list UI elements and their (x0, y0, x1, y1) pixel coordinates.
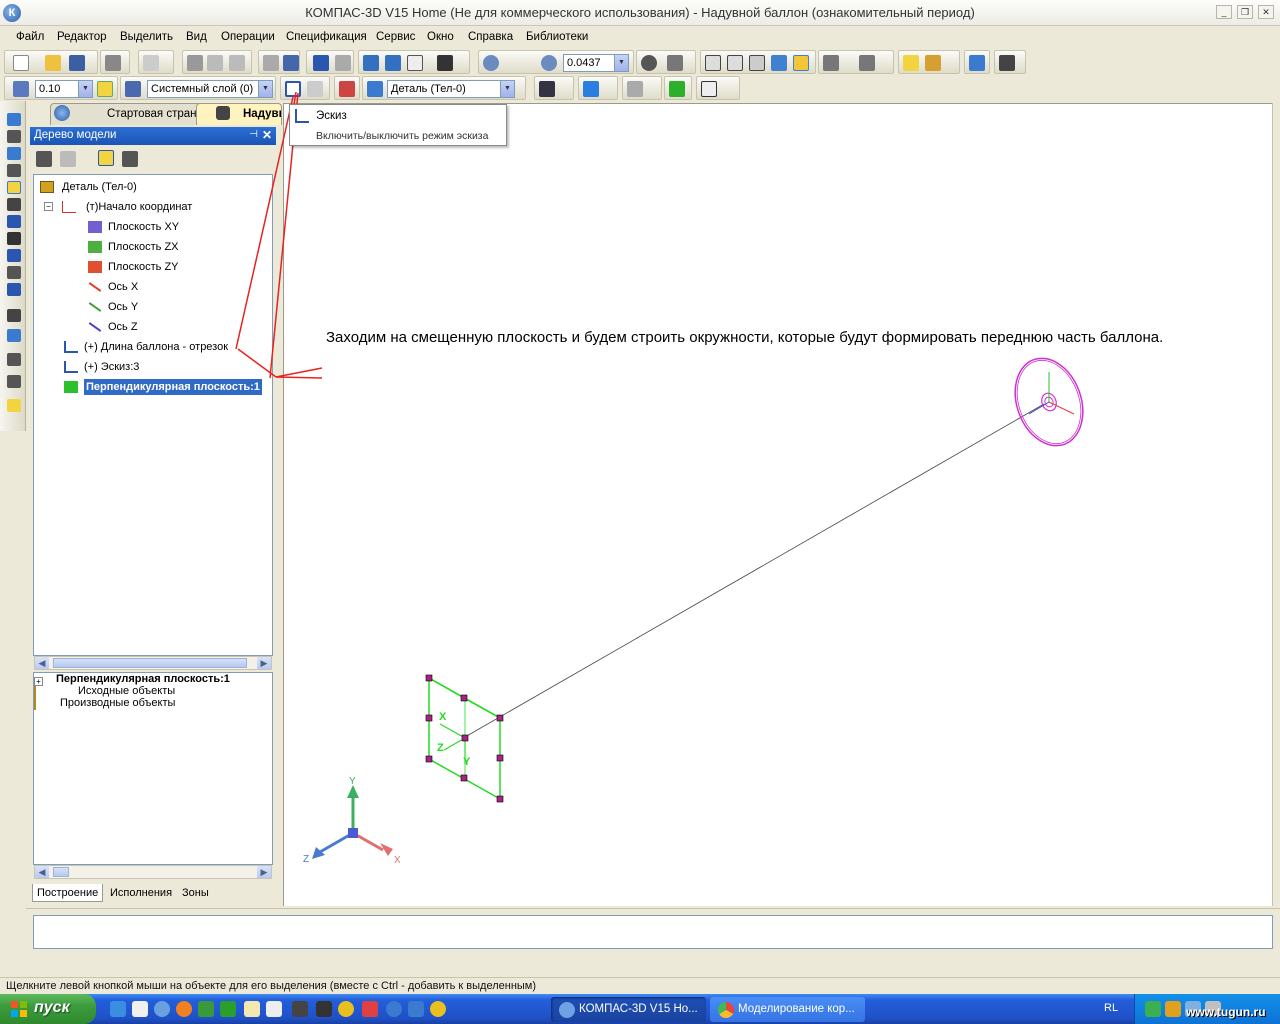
quicklaunch-icon[interactable] (154, 1001, 170, 1017)
watermark: www.tugun.ru (1186, 1005, 1266, 1019)
taskbar-item-browser[interactable]: Моделирование кор... (710, 997, 865, 1022)
start-button[interactable]: пуск (0, 994, 96, 1024)
media-icon[interactable] (132, 1001, 148, 1017)
tray-icon-2[interactable] (1165, 1001, 1181, 1017)
taskbar-item-label: КОМПАС-3D V15 Ho... (579, 1003, 698, 1015)
firefox-icon[interactable] (176, 1001, 192, 1017)
sketch-icon (295, 109, 309, 123)
start-label: пуск (34, 999, 70, 1016)
tooltip-title: Эскиз (316, 110, 347, 122)
util4-icon[interactable] (362, 1001, 378, 1017)
notepad-icon[interactable] (244, 1001, 260, 1017)
taskbar-item-kompas[interactable]: КОМПАС-3D V15 Ho... (551, 997, 706, 1022)
properties-panel (26, 908, 1280, 954)
paint-icon[interactable] (266, 1001, 282, 1017)
util3-icon[interactable] (338, 1001, 354, 1017)
kompas-quick-icon[interactable] (386, 1001, 402, 1017)
ie-icon[interactable] (110, 1001, 126, 1017)
language-indicator[interactable]: RL (1104, 1002, 1118, 1014)
util-icon[interactable] (292, 1001, 308, 1017)
util5-icon[interactable] (408, 1001, 424, 1017)
properties-box[interactable] (33, 915, 1273, 949)
sketch-tooltip: Эскиз Включить/выключить режим эскиза (289, 104, 507, 146)
tray-icon-1[interactable] (1145, 1001, 1161, 1017)
status-bar: Щелкните левой кнопкой мыши на объекте д… (0, 977, 1280, 994)
windows-flag-icon (11, 1001, 27, 1017)
tooltip-description: Включить/выключить режим эскиза (316, 130, 489, 142)
tool-icon[interactable] (198, 1001, 214, 1017)
app-icon[interactable] (220, 1001, 236, 1017)
annotation-arrows (235, 91, 323, 379)
chrome-quick-icon[interactable] (430, 1001, 446, 1017)
kompas-icon (559, 1002, 575, 1018)
util2-icon[interactable] (316, 1001, 332, 1017)
windows-taskbar: пуск КОМПАС-3D V15 Ho... Моделирование к… (0, 994, 1280, 1024)
chrome-icon (718, 1002, 734, 1018)
taskbar-item-label: Моделирование кор... (738, 1003, 855, 1015)
